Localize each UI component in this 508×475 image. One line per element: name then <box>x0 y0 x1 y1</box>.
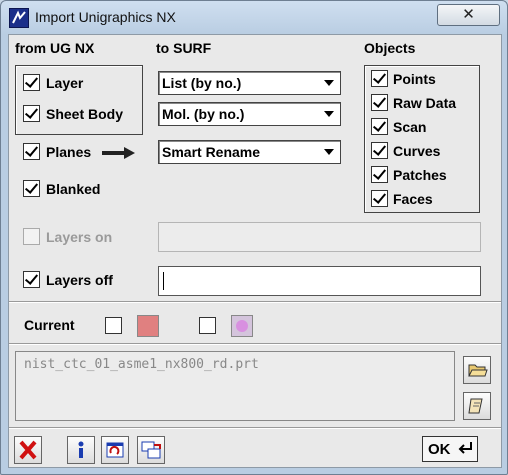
sheet-body-checkbox[interactable] <box>23 105 40 122</box>
current-label: Current <box>24 317 75 333</box>
layers-on-input[interactable] <box>158 222 481 252</box>
red-x-icon <box>19 440 37 460</box>
apply-button[interactable] <box>137 436 165 464</box>
layer-checkbox[interactable] <box>23 74 40 91</box>
color-swatch-2[interactable] <box>231 315 253 337</box>
windows-arrow-icon <box>141 441 161 459</box>
from-ugnx-header: from UG NX <box>15 40 95 56</box>
undo-window-icon <box>106 442 124 458</box>
ok-label: OK <box>428 441 451 458</box>
dialog-body: from UG NX to SURF Objects Layer Sheet B… <box>8 34 502 468</box>
patches-label: Patches <box>393 167 447 183</box>
chevron-down-icon <box>324 149 334 155</box>
close-button[interactable]: ✕ <box>437 4 500 26</box>
curves-checkbox[interactable] <box>371 142 388 159</box>
return-arrow-icon <box>457 441 473 458</box>
close-icon: ✕ <box>462 5 475 23</box>
swatch-dot <box>236 320 248 332</box>
patches-checkbox[interactable] <box>371 166 388 183</box>
reset-button[interactable] <box>101 436 129 464</box>
planes-checkbox[interactable] <box>23 143 40 160</box>
faces-checkbox[interactable] <box>371 190 388 207</box>
info-icon <box>78 441 84 458</box>
separator <box>9 301 501 303</box>
dialog-window: Import Unigraphics NX ✕ from UG NX to SU… <box>0 0 508 475</box>
layers-off-input[interactable] <box>158 266 481 296</box>
info-button[interactable] <box>67 436 95 464</box>
scroll-icon <box>468 398 483 414</box>
to-surf-header: to SURF <box>156 40 212 56</box>
planes-label: Planes <box>46 144 92 160</box>
scan-checkbox[interactable] <box>371 118 388 135</box>
layers-on-label: Layers on <box>46 229 113 245</box>
chevron-down-icon <box>324 111 334 117</box>
sheet-body-mapping-select[interactable]: Mol. (by no.) <box>158 102 341 126</box>
text-cursor <box>163 272 164 290</box>
layers-off-label: Layers off <box>46 272 113 288</box>
curves-label: Curves <box>393 143 441 159</box>
layer-mapping-value: List (by no.) <box>162 75 242 91</box>
raw-data-checkbox[interactable] <box>371 94 388 111</box>
file-path-text: nist_ctc_01_asme1_nx800_rd.prt <box>24 357 259 372</box>
sheet-body-mapping-value: Mol. (by no.) <box>162 106 245 122</box>
app-icon <box>9 8 29 28</box>
points-checkbox[interactable] <box>371 70 388 87</box>
separator <box>9 427 501 429</box>
raw-data-label: Raw Data <box>393 95 457 111</box>
separator <box>9 343 501 345</box>
layer-mapping-select[interactable]: List (by no.) <box>158 71 341 95</box>
blanked-checkbox[interactable] <box>23 180 40 197</box>
chevron-down-icon <box>324 80 334 86</box>
open-folder-button[interactable] <box>463 356 491 384</box>
title-bar[interactable]: Import Unigraphics NX ✕ <box>1 1 507 35</box>
sheet-body-label: Sheet Body <box>46 106 124 122</box>
faces-label: Faces <box>393 191 433 207</box>
window-title: Import Unigraphics NX <box>35 9 176 25</box>
planes-mapping-value: Smart Rename <box>162 144 261 160</box>
arrow-right-icon <box>102 145 136 164</box>
browse-script-button[interactable] <box>463 392 491 420</box>
objects-header: Objects <box>364 40 416 56</box>
current-color2-checkbox[interactable] <box>199 317 216 334</box>
file-path-box[interactable]: nist_ctc_01_asme1_nx800_rd.prt <box>15 351 455 421</box>
layer-label: Layer <box>46 75 84 91</box>
planes-mapping-select[interactable]: Smart Rename <box>158 140 341 164</box>
current-color1-checkbox[interactable] <box>105 317 122 334</box>
scan-label: Scan <box>393 119 427 135</box>
layers-on-checkbox[interactable] <box>23 228 40 245</box>
color-swatch-1[interactable] <box>137 315 159 337</box>
blanked-label: Blanked <box>46 181 101 197</box>
cancel-button[interactable] <box>14 436 42 464</box>
points-label: Points <box>393 71 436 87</box>
open-folder-icon <box>468 364 488 377</box>
layers-off-checkbox[interactable] <box>23 271 40 288</box>
ok-button[interactable]: OK <box>422 436 478 462</box>
